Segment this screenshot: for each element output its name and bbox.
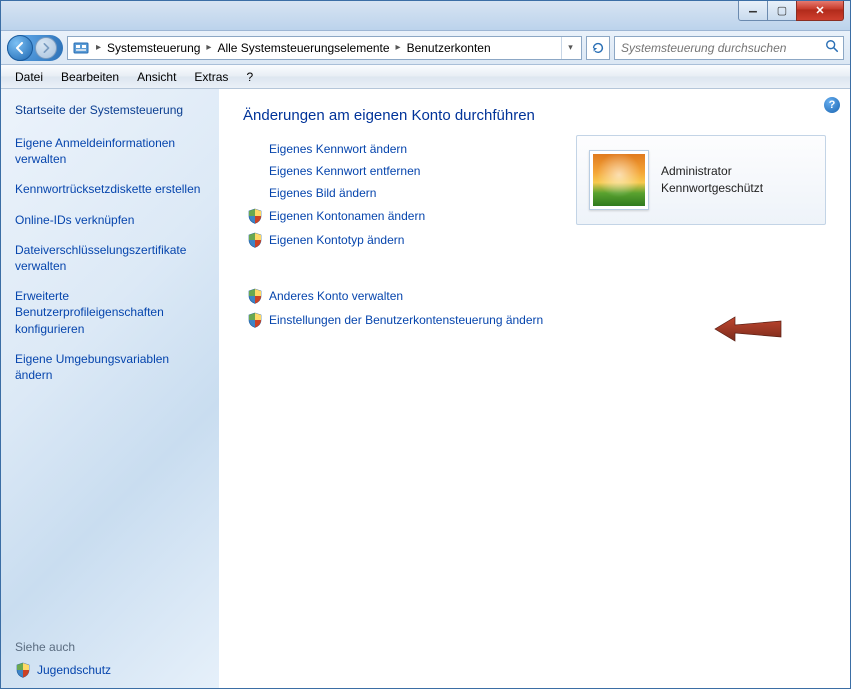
change-account-type-link[interactable]: Eigenen Kontotyp ändern bbox=[269, 232, 830, 248]
control-panel-home-link[interactable]: Startseite der Systemsteuerung bbox=[15, 103, 207, 117]
sidebar-task[interactable]: Eigene Anmeldeinformationen verwalten bbox=[15, 135, 207, 167]
menu-help[interactable]: ? bbox=[238, 68, 261, 86]
shield-icon bbox=[247, 312, 263, 328]
menu-file[interactable]: Datei bbox=[7, 68, 51, 86]
account-name: Administrator bbox=[661, 163, 763, 180]
menu-view[interactable]: Ansicht bbox=[129, 68, 184, 86]
window-controls bbox=[739, 1, 844, 21]
search-input[interactable] bbox=[619, 40, 825, 56]
see-also-link[interactable]: Jugendschutz bbox=[15, 662, 207, 678]
refresh-button[interactable] bbox=[586, 36, 610, 60]
chevron-right-icon: ▸ bbox=[92, 42, 105, 53]
close-button[interactable] bbox=[796, 1, 844, 21]
control-panel-icon bbox=[72, 39, 90, 57]
forward-button[interactable] bbox=[35, 37, 57, 59]
body: Startseite der Systemsteuerung Eigene An… bbox=[1, 89, 850, 688]
sidebar: Startseite der Systemsteuerung Eigene An… bbox=[1, 89, 219, 688]
breadcrumb-dropdown[interactable]: ▾ bbox=[561, 37, 579, 59]
menu-bar: Datei Bearbeiten Ansicht Extras ? bbox=[1, 65, 850, 89]
chevron-right-icon: ▸ bbox=[392, 42, 405, 53]
sidebar-task[interactable]: Erweiterte Benutzerprofileigenschaften k… bbox=[15, 288, 207, 337]
window: ▸ Systemsteuerung ▸ Alle Systemsteuerung… bbox=[0, 0, 851, 689]
menu-edit[interactable]: Bearbeiten bbox=[53, 68, 127, 86]
see-also-label: Jugendschutz bbox=[37, 663, 111, 677]
chevron-right-icon: ▸ bbox=[202, 42, 215, 53]
content: ? Änderungen am eigenen Konto durchführe… bbox=[219, 89, 850, 688]
avatar bbox=[589, 150, 649, 210]
sidebar-task[interactable]: Dateiverschlüsselungs­zertifikate verwal… bbox=[15, 242, 207, 274]
help-icon[interactable]: ? bbox=[824, 97, 840, 113]
sidebar-task[interactable]: Kennwortrücksetzdiskette erstellen bbox=[15, 181, 207, 197]
menu-extras[interactable]: Extras bbox=[186, 68, 236, 86]
back-button[interactable] bbox=[7, 35, 33, 61]
account-info: Administrator Kennwortgeschützt bbox=[661, 163, 763, 197]
shield-icon bbox=[247, 208, 263, 224]
avatar-image bbox=[593, 154, 645, 206]
page-heading: Änderungen am eigenen Konto durchführen bbox=[243, 107, 830, 124]
minimize-button[interactable] bbox=[738, 1, 768, 21]
shield-icon bbox=[247, 232, 263, 248]
manage-other-account-link[interactable]: Anderes Konto verwalten bbox=[269, 288, 830, 304]
search-box[interactable] bbox=[614, 36, 844, 60]
account-card: Administrator Kennwortgeschützt bbox=[576, 135, 826, 225]
sidebar-task[interactable]: Online-IDs verknüpfen bbox=[15, 212, 207, 228]
titlebar bbox=[1, 1, 850, 31]
breadcrumb-item[interactable]: Alle Systemsteuerungselemente bbox=[215, 41, 391, 55]
see-also-heading: Siehe auch bbox=[15, 640, 207, 654]
uac-settings-link[interactable]: Einstellungen der Benutzerkontensteuerun… bbox=[269, 312, 830, 328]
breadcrumb-item[interactable]: Systemsteuerung bbox=[105, 41, 202, 55]
breadcrumb-item[interactable]: Benutzerkonten bbox=[405, 41, 493, 55]
shield-icon bbox=[15, 662, 31, 678]
sidebar-task[interactable]: Eigene Umgebungsvariablen ändern bbox=[15, 351, 207, 383]
maximize-button[interactable] bbox=[767, 1, 797, 21]
search-icon[interactable] bbox=[825, 39, 839, 56]
navigation-bar: ▸ Systemsteuerung ▸ Alle Systemsteuerung… bbox=[1, 31, 850, 65]
account-status: Kennwortgeschützt bbox=[661, 180, 763, 197]
nav-back-forward bbox=[7, 35, 63, 61]
breadcrumb[interactable]: ▸ Systemsteuerung ▸ Alle Systemsteuerung… bbox=[67, 36, 582, 60]
shield-icon bbox=[247, 288, 263, 304]
